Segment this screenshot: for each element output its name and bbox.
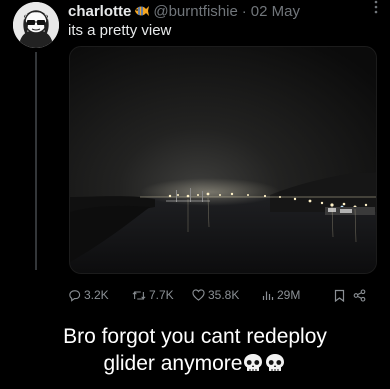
skull-icon — [242, 353, 264, 380]
caption-line-1: Bro forgot you cant redeploy — [63, 325, 327, 348]
views-icon — [262, 291, 274, 300]
meme-caption: Bro forgot you cant redeploy glider anym… — [0, 323, 390, 380]
caption-line-2-text: glider anymore — [103, 352, 243, 375]
tropical-fish-icon — [133, 4, 150, 18]
reply-count: 3.2K — [84, 288, 109, 302]
bookmark-button[interactable] — [334, 289, 345, 302]
share-button[interactable] — [353, 288, 366, 302]
skull-icon — [264, 353, 286, 380]
tweet-date[interactable]: 02 May — [251, 3, 300, 20]
reply-icon — [69, 289, 81, 302]
caption-line-2: glider anymore — [0, 350, 390, 380]
night-view-photo — [70, 47, 376, 273]
bookmark-icon — [334, 289, 345, 302]
reply-button[interactable]: 3.2K — [68, 288, 120, 302]
heart-icon — [192, 289, 205, 301]
tweet-actions: 3.2K 7.7K 35.8K 29M — [68, 286, 374, 304]
views-button[interactable]: 29M — [262, 288, 318, 302]
like-count: 35.8K — [208, 288, 240, 302]
view-count: 29M — [277, 288, 301, 302]
like-button[interactable]: 35.8K — [192, 288, 258, 302]
repost-button[interactable]: 7.7K — [132, 288, 190, 302]
thread-line — [35, 52, 37, 270]
tweet-photo[interactable] — [69, 46, 377, 274]
share-icon — [353, 288, 366, 302]
author-name[interactable]: charlotte — [68, 3, 131, 20]
repost-count: 7.7K — [149, 288, 174, 302]
tweet-header: charlotte @burntfishie · 02 May — [68, 2, 380, 20]
repost-icon — [132, 290, 146, 300]
author-handle[interactable]: @burntfishie — [153, 3, 237, 20]
more-options-icon[interactable] — [374, 0, 378, 19]
avatar[interactable] — [13, 2, 59, 48]
tweet-text: its a pretty view — [68, 22, 172, 39]
separator-dot: · — [241, 2, 247, 20]
avatar-image — [13, 2, 59, 48]
